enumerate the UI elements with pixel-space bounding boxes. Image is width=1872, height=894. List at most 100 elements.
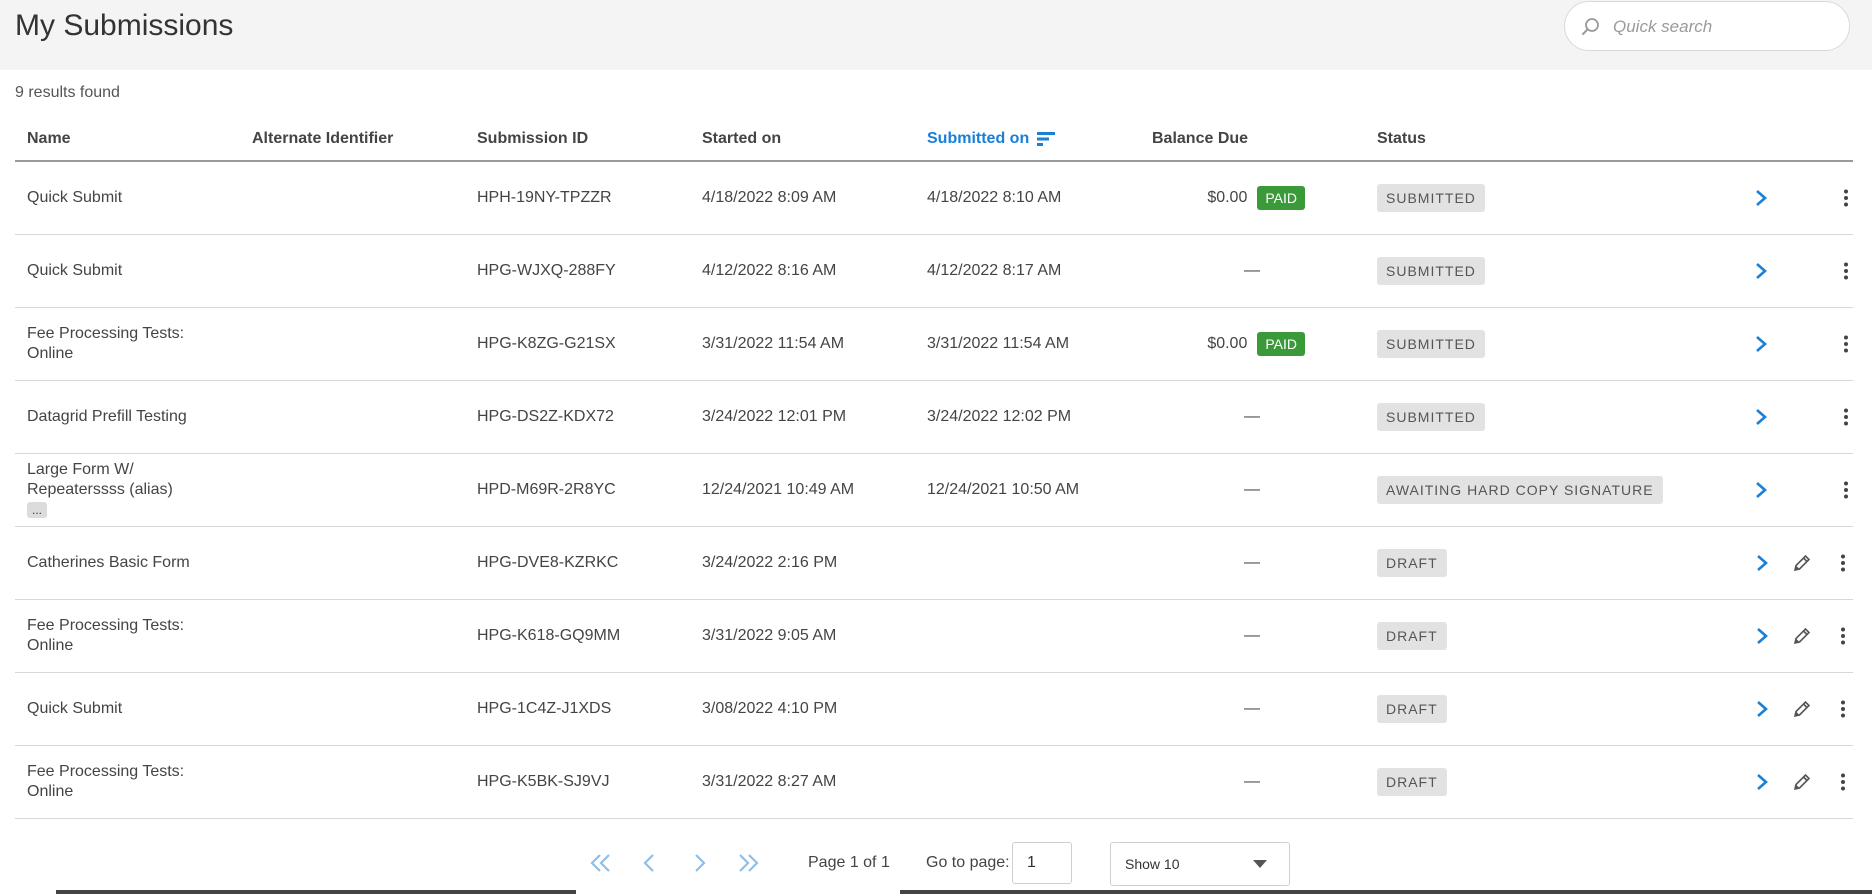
cell-submission-id: HPG-K8ZG-G21SX [465, 307, 690, 381]
table-row[interactable]: Fee Processing Tests: Online HPG-K8ZG-G2… [15, 307, 1853, 381]
balance-amount: — [1244, 408, 1260, 425]
more-vertical-icon[interactable] [1838, 403, 1853, 431]
column-header-submission-id[interactable]: Submission ID [465, 118, 690, 162]
table-row[interactable]: Fee Processing Tests: Online HPG-K5BK-SJ… [15, 745, 1853, 819]
column-header-started-on[interactable]: Started on [690, 118, 915, 162]
cell-submitted-on [915, 672, 1140, 746]
cell-name: Quick Submit [15, 161, 240, 235]
cell-submission-id: HPG-K618-GQ9MM [465, 599, 690, 673]
cell-status: SUBMITTED [1365, 161, 1690, 235]
last-page-icon[interactable] [735, 850, 761, 876]
more-vertical-icon[interactable] [1838, 476, 1853, 504]
cell-balance-due: — [1140, 599, 1365, 673]
cell-status: SUBMITTED [1365, 234, 1690, 308]
cell-alternate-identifier [240, 745, 465, 819]
chevron-right-icon[interactable] [1752, 403, 1770, 431]
chevron-right-icon[interactable] [1752, 476, 1770, 504]
pencil-icon[interactable] [1792, 768, 1812, 796]
column-header-submitted-on[interactable]: Submitted on [915, 118, 1140, 162]
more-vertical-icon[interactable] [1833, 768, 1853, 796]
next-page-icon[interactable] [686, 850, 712, 876]
more-text-chip[interactable]: ... [27, 501, 48, 518]
cell-balance-due: — [1140, 672, 1365, 746]
more-vertical-icon[interactable] [1838, 257, 1853, 285]
submission-name: Quick Submit [27, 700, 123, 717]
cell-actions [1690, 453, 1853, 527]
status-badge: SUBMITTED [1377, 257, 1485, 285]
chevron-right-icon[interactable] [1752, 549, 1772, 577]
cell-alternate-identifier [240, 453, 465, 527]
page-size-select[interactable]: Show 10 [1110, 842, 1290, 886]
cell-name: Fee Processing Tests: Online [15, 307, 240, 381]
cell-submitted-on [915, 599, 1140, 673]
column-header-name[interactable]: Name [15, 118, 240, 162]
paid-badge: PAID [1257, 186, 1305, 210]
submission-name: Fee Processing Tests: Online [27, 763, 185, 800]
column-header-actions [1690, 118, 1853, 162]
chevron-right-icon[interactable] [1752, 622, 1772, 650]
cell-actions [1690, 307, 1853, 381]
cell-started-on: 3/08/2022 4:10 PM [690, 672, 915, 746]
pencil-icon[interactable] [1792, 695, 1812, 723]
cell-actions [1690, 672, 1853, 746]
more-vertical-icon[interactable] [1833, 695, 1853, 723]
cell-submitted-on: 4/18/2022 8:10 AM [915, 161, 1140, 235]
pencil-icon[interactable] [1792, 549, 1812, 577]
status-badge: SUBMITTED [1377, 330, 1485, 358]
cell-balance-due: — [1140, 380, 1365, 454]
cell-actions [1690, 599, 1853, 673]
submissions-table: Name Alternate Identifier Submission ID … [15, 118, 1853, 819]
column-header-alternate-identifier[interactable]: Alternate Identifier [240, 118, 465, 162]
cell-actions [1690, 526, 1853, 600]
cell-submitted-on: 4/12/2022 8:17 AM [915, 234, 1140, 308]
submission-name: Catherines Basic Form [27, 554, 190, 571]
cell-balance-due: — [1140, 453, 1365, 527]
first-page-icon[interactable] [588, 850, 614, 876]
quick-search-input[interactable] [1611, 12, 1835, 42]
pencil-icon[interactable] [1792, 622, 1812, 650]
more-vertical-icon[interactable] [1838, 184, 1853, 212]
chevron-right-icon[interactable] [1752, 330, 1770, 358]
balance-amount: — [1244, 773, 1260, 790]
goto-page-input[interactable] [1012, 842, 1072, 884]
cell-balance-due: $0.00 PAID [1140, 307, 1365, 381]
cell-submission-id: HPG-DVE8-KZRKC [465, 526, 690, 600]
column-header-status[interactable]: Status [1365, 118, 1690, 162]
goto-page-label: Go to page: [926, 854, 1010, 871]
cell-status: DRAFT [1365, 599, 1690, 673]
table-row[interactable]: Datagrid Prefill Testing HPG-DS2Z-KDX72 … [15, 380, 1853, 454]
chevron-right-icon[interactable] [1752, 695, 1772, 723]
table-row[interactable]: Catherines Basic Form HPG-DVE8-KZRKC 3/2… [15, 526, 1853, 600]
cell-status: AWAITING HARD COPY SIGNATURE [1365, 453, 1690, 527]
cell-actions [1690, 380, 1853, 454]
chevron-right-icon[interactable] [1752, 257, 1770, 285]
page-title: My Submissions [15, 9, 234, 42]
cell-alternate-identifier [240, 161, 465, 235]
more-vertical-icon[interactable] [1833, 622, 1853, 650]
cell-started-on: 4/12/2022 8:16 AM [690, 234, 915, 308]
table-row[interactable]: Quick Submit HPG-1C4Z-J1XDS 3/08/2022 4:… [15, 672, 1853, 746]
table-row[interactable]: Quick Submit HPG-WJXQ-288FY 4/12/2022 8:… [15, 234, 1853, 308]
status-badge: DRAFT [1377, 549, 1447, 577]
cell-name: Large Form W/ Repeaterssss (alias) ... [15, 453, 240, 527]
table-row[interactable]: Quick Submit HPH-19NY-TPZZR 4/18/2022 8:… [15, 161, 1853, 235]
previous-page-icon[interactable] [637, 850, 663, 876]
table-header-row: Name Alternate Identifier Submission ID … [15, 118, 1853, 162]
chevron-right-icon[interactable] [1752, 768, 1772, 796]
table-row[interactable]: Fee Processing Tests: Online HPG-K618-GQ… [15, 599, 1853, 673]
column-header-balance-due[interactable]: Balance Due [1140, 118, 1365, 162]
balance-amount: — [1244, 481, 1260, 498]
more-vertical-icon[interactable] [1833, 549, 1853, 577]
balance-amount: — [1244, 700, 1260, 717]
cell-alternate-identifier [240, 526, 465, 600]
chevron-right-icon[interactable] [1752, 184, 1770, 212]
chevron-down-icon [1253, 860, 1267, 868]
quick-search-box[interactable] [1564, 1, 1850, 51]
table-row[interactable]: Large Form W/ Repeaterssss (alias) ... H… [15, 453, 1853, 527]
cell-started-on: 12/24/2021 10:49 AM [690, 453, 915, 527]
submission-name: Datagrid Prefill Testing [27, 408, 187, 425]
more-vertical-icon[interactable] [1838, 330, 1853, 358]
cell-name: Fee Processing Tests: Online [15, 745, 240, 819]
results-count: 9 results found [15, 84, 120, 101]
cell-submission-id: HPG-DS2Z-KDX72 [465, 380, 690, 454]
